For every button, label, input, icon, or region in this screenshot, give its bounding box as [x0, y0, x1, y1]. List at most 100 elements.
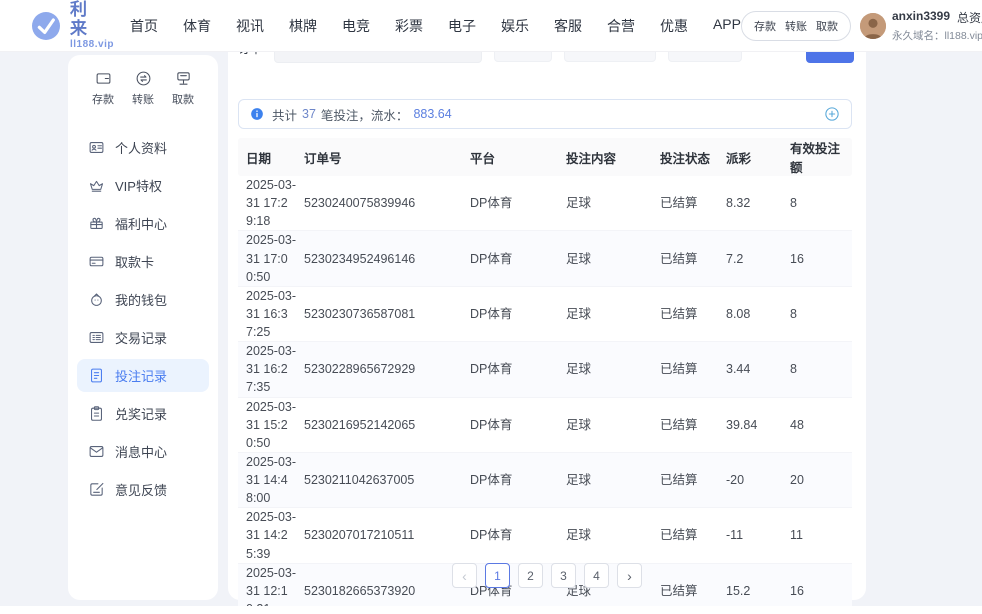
- withdraw-icon: [175, 70, 192, 87]
- wallet-pill-item[interactable]: 转账: [785, 18, 807, 34]
- avatar[interactable]: [860, 13, 886, 39]
- table-cell: DP体育: [470, 194, 566, 212]
- table-cell: 5230230736587081: [304, 305, 470, 323]
- logo[interactable]: 利来 ll188.vip: [30, 1, 114, 49]
- message-icon: [88, 443, 105, 460]
- gift-icon: [88, 215, 105, 232]
- table-cell: 足球: [566, 416, 660, 434]
- quick-action-transfer[interactable]: 转账: [132, 70, 154, 107]
- table-cell: 2025-03-31 17:00:50: [238, 231, 304, 285]
- column-header: 订单号: [304, 148, 470, 167]
- table-row: 2025-03-31 17:29:185230240075839946DP体育足…: [238, 176, 852, 231]
- transaction-list-icon: [88, 329, 105, 346]
- summary-bar: 共计 37 笔投注，流水： 883.64: [238, 99, 852, 129]
- chevron-right-icon: ›: [627, 569, 632, 583]
- wallet-pill-item[interactable]: 存款: [754, 18, 776, 34]
- column-header: 平台: [470, 148, 566, 167]
- sidebar-menu: 个人资料 VIP特权 福利中心 取款卡 我的钱包 交易记录: [68, 131, 218, 506]
- sidebar-item-messages[interactable]: 消息中心: [77, 435, 209, 468]
- table-body: 2025-03-31 17:29:185230240075839946DP体育足…: [238, 176, 852, 614]
- sidebar-item-label: 意见反馈: [115, 480, 167, 499]
- column-header: 投注内容: [566, 148, 660, 167]
- nav-item[interactable]: 首页: [130, 16, 158, 36]
- nav-item[interactable]: 棋牌: [289, 16, 317, 36]
- table-cell: 16: [790, 250, 852, 268]
- sidebar-item-feedback[interactable]: 意见反馈: [77, 473, 209, 506]
- wallet-pill-item[interactable]: 取款: [816, 18, 838, 34]
- table-cell: 7.2: [726, 250, 790, 268]
- table-cell: DP体育: [470, 360, 566, 378]
- table-cell: 5230240075839946: [304, 194, 470, 212]
- bet-records-table: 日期订单号平台投注内容投注状态派彩有效投注额 2025-03-31 17:29:…: [238, 138, 852, 614]
- sidebar-item-welfare[interactable]: 福利中心: [77, 207, 209, 240]
- table-row: 2025-03-31 14:25:395230207017210511DP体育足…: [238, 508, 852, 563]
- nav-item[interactable]: 彩票: [395, 16, 423, 36]
- brand-icon: [30, 10, 62, 42]
- quick-action-label: 存款: [92, 91, 114, 107]
- nav-item[interactable]: APP: [713, 16, 741, 36]
- table-cell: 足球: [566, 360, 660, 378]
- sidebar-item-withdraw-card[interactable]: 取款卡: [77, 245, 209, 278]
- sidebar-item-redeem-records[interactable]: 兑奖记录: [77, 397, 209, 430]
- sidebar-item-vip[interactable]: VIP特权: [77, 169, 209, 202]
- nav-item[interactable]: 电竞: [342, 16, 370, 36]
- permanent-domain: 永久域名：ll188.vip | ll188....: [892, 28, 982, 43]
- quick-action-withdraw[interactable]: 取款: [172, 70, 194, 107]
- column-header: 投注状态: [660, 148, 726, 167]
- circle-plus-icon[interactable]: [824, 106, 840, 122]
- table-row: 2025-03-31 17:00:505230234952496146DP体育足…: [238, 231, 852, 286]
- table-cell: 足球: [566, 250, 660, 268]
- top-bar: 利来 ll188.vip 首页 体育 视讯 棋牌 电竞 彩票 电子 娱乐 客服 合营 优惠 APP 存…: [0, 0, 982, 52]
- next-page-button[interactable]: ›: [617, 563, 642, 588]
- betting-records-panel: 订单 共计 37 笔投注，流水： 883.64 日期订单号平台投注内容投注状态派…: [228, 20, 866, 600]
- table-cell: 2025-03-31 15:20:50: [238, 398, 304, 452]
- nav-item[interactable]: 客服: [554, 16, 582, 36]
- table-row: 2025-03-31 14:48:005230211042637005DP体育足…: [238, 453, 852, 508]
- table-cell: 8.08: [726, 305, 790, 323]
- wallet-pill: 存款转账取款: [741, 11, 851, 41]
- summary-middle: 笔投注，流水：: [321, 105, 409, 124]
- table-header-row: 日期订单号平台投注内容投注状态派彩有效投注额: [238, 138, 852, 176]
- sidebar-item-profile[interactable]: 个人资料: [77, 131, 209, 164]
- table-cell: 已结算: [660, 194, 726, 212]
- table-cell: 8: [790, 305, 852, 323]
- summary-turnover: 883.64: [413, 107, 451, 121]
- page-button-3[interactable]: 3: [551, 563, 576, 588]
- info-icon: [250, 107, 267, 121]
- page-button-1[interactable]: 1: [485, 563, 510, 588]
- table-cell: DP体育: [470, 416, 566, 434]
- table-cell: 已结算: [660, 305, 726, 323]
- sidebar-item-label: 福利中心: [115, 214, 167, 233]
- nav-item[interactable]: 电子: [448, 16, 476, 36]
- page-button-4[interactable]: 4: [584, 563, 609, 588]
- column-header: 派彩: [726, 148, 790, 167]
- table-cell: 5230216952142065: [304, 416, 470, 434]
- sidebar-item-bet-records[interactable]: 投注记录: [77, 359, 209, 392]
- table-cell: 2025-03-31 17:29:18: [238, 176, 304, 230]
- footer-strip: [0, 606, 982, 614]
- sidebar-item-wallet[interactable]: 我的钱包: [77, 283, 209, 316]
- table-cell: 5230234952496146: [304, 250, 470, 268]
- table-cell: 39.84: [726, 416, 790, 434]
- table-cell: 足球: [566, 194, 660, 212]
- sidebar-item-label: 取款卡: [115, 252, 154, 271]
- summary-count: 37: [302, 107, 316, 121]
- nav-item[interactable]: 合营: [607, 16, 635, 36]
- prev-page-button[interactable]: ‹: [452, 563, 477, 588]
- table-cell: DP体育: [470, 305, 566, 323]
- table-cell: 3.44: [726, 360, 790, 378]
- table-cell: 11: [790, 526, 852, 544]
- summary-prefix: 共计: [272, 105, 297, 124]
- user-info[interactable]: anxin3399 总资产：1363.49元 永久域名：ll188.vip | …: [860, 9, 982, 43]
- sidebar-item-transactions[interactable]: 交易记录: [77, 321, 209, 354]
- nav-item[interactable]: 视讯: [236, 16, 264, 36]
- nav-item[interactable]: 体育: [183, 16, 211, 36]
- nav-item[interactable]: 优惠: [660, 16, 688, 36]
- quick-action-label: 取款: [172, 91, 194, 107]
- table-cell: 已结算: [660, 416, 726, 434]
- table-cell: DP体育: [470, 471, 566, 489]
- nav-item[interactable]: 娱乐: [501, 16, 529, 36]
- quick-action-deposit[interactable]: 存款: [92, 70, 114, 107]
- page-button-2[interactable]: 2: [518, 563, 543, 588]
- table-cell: -20: [726, 471, 790, 489]
